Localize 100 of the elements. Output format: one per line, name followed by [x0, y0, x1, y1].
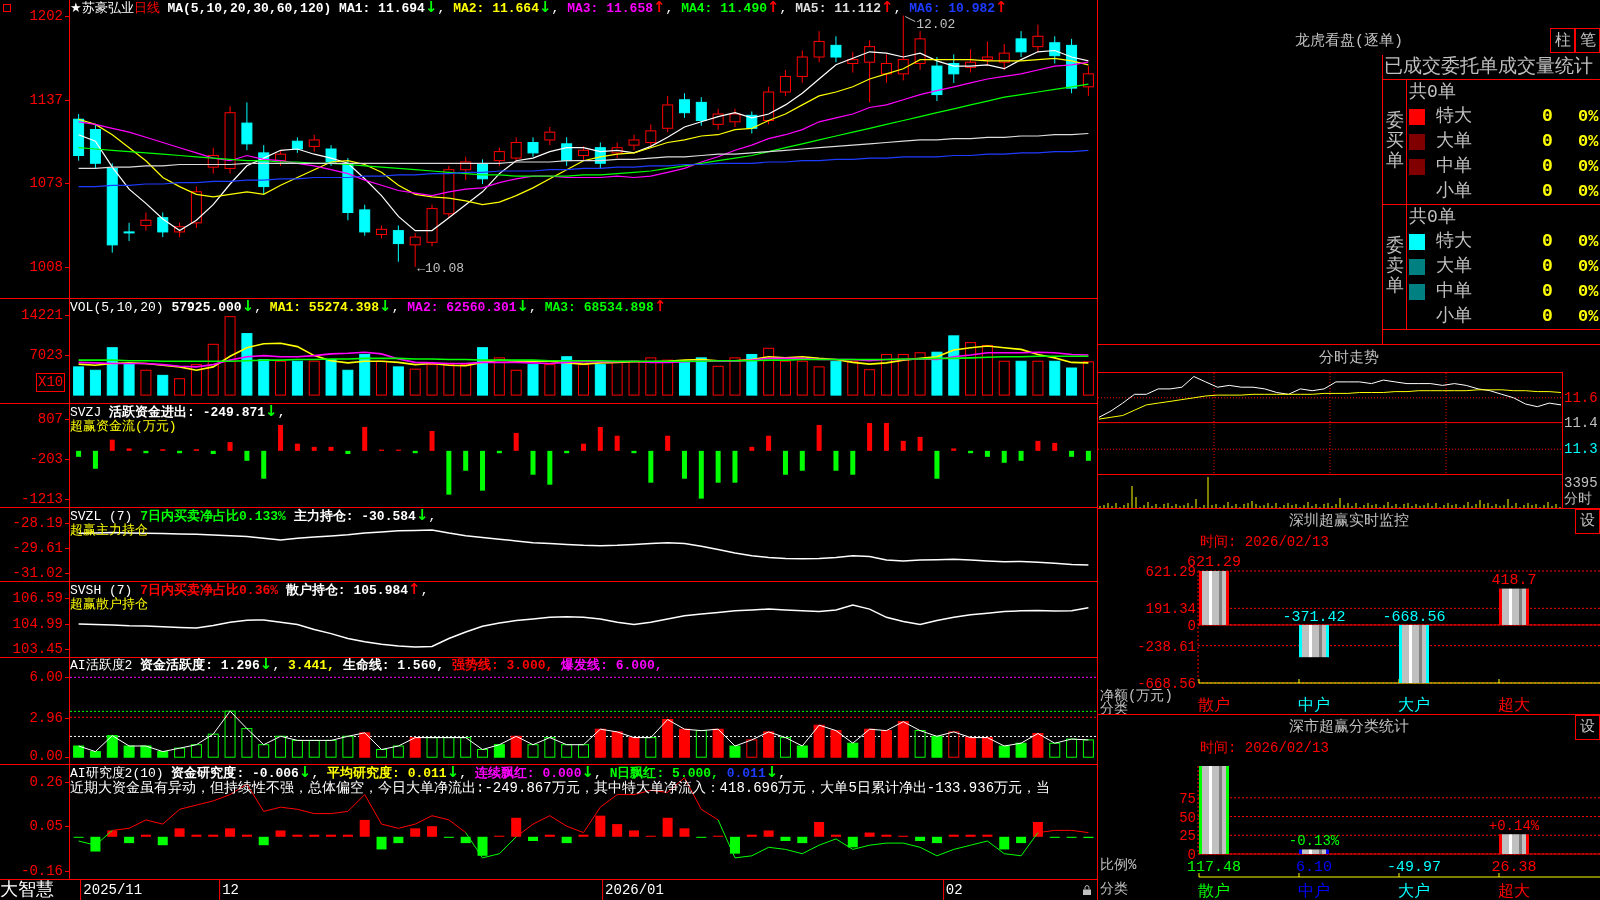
axis-label: -1213 — [21, 491, 63, 507]
price-annotation: 12.02 — [904, 16, 956, 32]
axis-label: 1137 — [29, 91, 63, 108]
order-percent: 0% — [1578, 281, 1599, 302]
candlestick — [443, 165, 455, 219]
order-total: 共0单 — [1409, 207, 1456, 228]
axis-label: 分时 — [1564, 491, 1592, 507]
candlestick — [981, 40, 993, 67]
order-count: 0 — [1542, 131, 1553, 151]
timestamp: 时间: 2026/02/13 — [1200, 535, 1329, 550]
date-label: 02 — [942, 880, 965, 900]
chart-legend: SVSH (7) 7日内买卖净占比0.36% 散户持仓: 105.984↑, — [70, 582, 429, 597]
date-label: 2026/01 — [602, 880, 666, 900]
scale-label: X10 — [36, 373, 66, 392]
order-type: 小单 — [1436, 180, 1472, 201]
candlestick — [763, 86, 775, 125]
candlestick — [544, 126, 556, 146]
candlestick — [493, 147, 505, 167]
order-percent: 0% — [1578, 232, 1599, 253]
axis-label: 11.4 — [1564, 414, 1598, 431]
candlestick — [1066, 38, 1078, 94]
timestamp: 时间: 2026/02/13 — [1200, 741, 1329, 756]
category-label: 大户 — [1398, 883, 1430, 899]
value-label: 6.10 — [1296, 859, 1332, 876]
value-label: 26.38 — [1491, 859, 1537, 876]
axis-title: 分类 — [1100, 881, 1128, 897]
candlestick — [847, 51, 859, 74]
chart-legend: AI活跃度2 资金活跃度: 1.296↓, 3.441, 生命线: 1.560, 强势线: 3.000, 爆发线: 6.000, — [70, 658, 663, 672]
order-total: 共0单 — [1409, 82, 1456, 103]
axis-title: 分类 — [1100, 701, 1128, 714]
axis-title: 比例% — [1100, 857, 1137, 873]
settings-button[interactable]: 设 — [1575, 509, 1600, 534]
axis-label: 0.05 — [29, 818, 63, 835]
candlestick — [460, 156, 472, 181]
candlestick — [965, 48, 977, 74]
view-button[interactable]: 笔 — [1575, 28, 1600, 53]
axis-label: 0.00 — [29, 748, 63, 764]
settings-button[interactable]: 设 — [1575, 715, 1600, 740]
table-header: 已成交委托单成交量统计 — [1384, 56, 1593, 78]
candlestick — [140, 212, 152, 232]
chart-legend: VOL(5,10,20) 57925.000↓, MA1: 55274.398↓, MA2: 62560.301↓, MA3: 68534.898↑ — [70, 299, 667, 314]
square-icon[interactable] — [3, 4, 11, 12]
candlestick — [224, 105, 236, 175]
order-percent: 0% — [1578, 156, 1599, 177]
candlestick — [931, 56, 943, 102]
candlestick — [914, 30, 926, 71]
candlestick — [611, 142, 623, 159]
axis-label: 191.34 — [1145, 601, 1196, 618]
indicator-title: 超赢散户持仓 — [70, 597, 148, 612]
candlestick — [578, 145, 589, 162]
panel-title: 分时走势 — [1319, 349, 1379, 368]
category-label: 散户 — [1198, 697, 1230, 714]
axis-label: 0 — [1187, 617, 1196, 634]
candlestick — [897, 15, 909, 81]
axis-label: 106.59 — [12, 589, 63, 606]
axis-label: -29.61 — [12, 540, 63, 557]
indicator-title: 超赢资金流(万元) — [70, 419, 177, 434]
category-label: 超大 — [1498, 697, 1530, 714]
chart-legend: SVZJ 活跃资金进出: -249.871↓, — [70, 404, 286, 419]
candlestick — [342, 157, 354, 221]
candlestick — [359, 204, 371, 237]
axis-label: 103.45 — [12, 641, 63, 657]
order-type: 大单 — [1436, 256, 1472, 276]
category-label: 散户 — [1198, 883, 1230, 899]
candlestick — [1032, 24, 1044, 53]
axis-label: 104.99 — [12, 616, 63, 632]
candlestick — [695, 96, 707, 127]
axis-label: 807 — [37, 410, 63, 427]
candlestick — [561, 136, 573, 167]
order-type: 小单 — [1436, 305, 1472, 326]
candlestick — [628, 134, 640, 151]
view-button[interactable]: 柱 — [1550, 28, 1575, 53]
value-label: 117.48 — [1187, 859, 1241, 876]
candlestick — [241, 101, 253, 151]
chart-legend: SVZL (7) 7日内买卖净占比0.133% 主力持仓: -30.584↓, — [70, 508, 437, 523]
order-count: 0 — [1542, 280, 1553, 301]
change-label: -0.13% — [1288, 833, 1340, 850]
candlestick — [477, 158, 488, 185]
candlestick — [948, 53, 960, 84]
axis-label: 1202 — [29, 7, 63, 24]
candlestick — [190, 186, 202, 229]
axis-label: 6.00 — [29, 669, 63, 686]
candlestick — [325, 144, 337, 167]
candlestick — [207, 147, 219, 175]
candlestick — [275, 149, 287, 167]
candlestick — [426, 204, 438, 247]
order-type: 大单 — [1436, 131, 1472, 151]
value-label: 418.7 — [1491, 571, 1537, 589]
candlestick — [796, 50, 808, 84]
axis-label: -31.02 — [12, 564, 63, 581]
axis-label: 2.96 — [29, 709, 63, 726]
order-percent: 0% — [1578, 257, 1599, 277]
candlestick — [157, 212, 169, 238]
axis-label: 11.6 — [1564, 389, 1598, 406]
axis-label: -203 — [29, 450, 63, 467]
candlestick — [779, 69, 791, 97]
candlestick — [308, 134, 320, 153]
order-count: 0 — [1542, 231, 1553, 252]
category-label: 大户 — [1398, 697, 1430, 714]
axis-label: 14221 — [21, 306, 63, 323]
